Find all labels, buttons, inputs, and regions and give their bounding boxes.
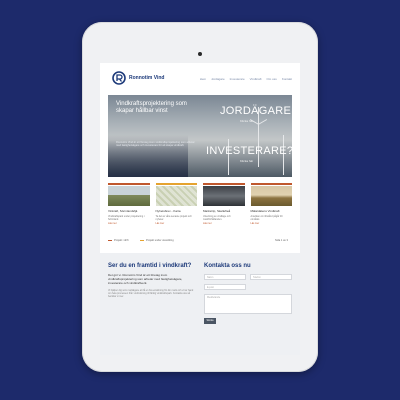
card-title: Nyhetsbrev - Karta	[155, 208, 181, 213]
card-accent-bar	[203, 183, 245, 185]
nav-item-windpower[interactable]: Vindkraft	[250, 77, 262, 81]
investor-link[interactable]: Klicka här	[240, 159, 253, 163]
form-row: Namn Telefon	[204, 274, 292, 280]
about-lead: Det gör vi. Ronnotim Vind är ett företag…	[108, 273, 183, 285]
contact-form: Kontakta oss nu Namn Telefon E-post Medd…	[204, 263, 292, 324]
nav-item-home[interactable]: Hem	[200, 77, 206, 81]
news-card[interactable]: Markstrip, Skellefteå Utredning av vindl…	[203, 183, 245, 225]
card-image	[203, 185, 245, 206]
about-body: Vi hjälper dig som markägare att få en b…	[108, 289, 194, 299]
card-read-more[interactable]: Läs mer	[251, 222, 293, 225]
card-accent-bar	[155, 183, 197, 185]
message-field[interactable]: Meddelande	[204, 294, 292, 314]
card-read-more[interactable]: Läs mer	[108, 222, 150, 225]
legend-swatch	[140, 239, 144, 242]
legend-label: Projekt under utveckling	[146, 239, 174, 242]
card-image	[155, 185, 197, 206]
logo-text[interactable]: Ronnotim Vind	[129, 75, 164, 81]
nav-item-investors[interactable]: Investerare	[230, 77, 245, 81]
hero-body: Ronnotim Vind är ett företag inom vindkr…	[116, 141, 195, 148]
news-card[interactable]: Mälardalens Vindkraft Ansökan om tillstå…	[250, 183, 293, 225]
legend-item: Projekt under utveckling	[140, 239, 174, 242]
card-text: Ansökan om tillstånd pågår för området.	[250, 214, 283, 221]
legend-item: Projekt i drift	[108, 239, 128, 242]
legend-swatch	[108, 239, 112, 242]
card-accent-bar	[108, 183, 150, 185]
contact-title: Kontakta oss nu	[204, 263, 251, 269]
about-block: Ser du en framtid i vindkraft? Det gör v…	[108, 263, 194, 299]
name-field[interactable]: Namn	[204, 274, 246, 280]
turbine-blade	[257, 119, 268, 125]
news-cards: Vinkraft, Sörmlandsfjä Vindkraftspark un…	[108, 183, 292, 225]
info-section: Ser du en framtid i vindkraft? Det gör v…	[100, 253, 300, 355]
legend-label: Projekt i drift	[114, 239, 129, 242]
map-legend: Projekt i drift Projekt under utveckling…	[108, 239, 292, 245]
card-title: Vinkraft, Sörmlandsfjä	[108, 208, 138, 213]
phone-field[interactable]: Telefon	[250, 274, 292, 280]
card-text: Vindkraftspark under projektering i Sörm…	[108, 214, 145, 221]
news-card[interactable]: Nyhetsbrev - Karta Ta del av våra senast…	[155, 183, 198, 225]
email-field[interactable]: E-post	[204, 284, 246, 290]
tablet-screen: Ronnotim Vind Hem Jordägare Investerare …	[100, 63, 300, 355]
landowner-link[interactable]: Klicka här	[240, 119, 253, 123]
landowner-heading[interactable]: JORDÄGARE	[220, 105, 291, 117]
hero-title: Vindkraftsprojektering som skapar hållba…	[116, 101, 187, 114]
main-nav: Hem Jordägare Investerare Vindkraft Om o…	[200, 77, 292, 81]
pagination[interactable]: Sida 1 av 3	[275, 239, 288, 242]
form-row: E-post	[204, 284, 292, 290]
site-header: Ronnotim Vind Hem Jordägare Investerare …	[100, 63, 300, 95]
card-accent-bar	[250, 183, 292, 185]
nav-item-contact[interactable]: Kontakt	[282, 77, 292, 81]
investor-heading[interactable]: INVESTERARE?	[206, 145, 292, 157]
about-title: Ser du en framtid i vindkraft?	[108, 263, 192, 269]
hero-banner: Vindkraftsprojektering som skapar hållba…	[108, 95, 292, 177]
nav-item-about[interactable]: Om oss	[266, 77, 276, 81]
nav-item-landowners[interactable]: Jordägare	[211, 77, 225, 81]
logo-icon[interactable]	[112, 71, 126, 85]
card-text: Ta del av våra senaste projekt och nyhet…	[155, 214, 192, 221]
card-image	[108, 185, 150, 206]
news-card[interactable]: Vinkraft, Sörmlandsfjä Vindkraftspark un…	[108, 183, 150, 225]
card-title: Mälardalens Vindkraft	[250, 208, 280, 213]
camera-dot	[198, 52, 202, 56]
send-button[interactable]: Skicka	[204, 318, 216, 324]
card-read-more[interactable]: Läs mer	[156, 222, 198, 225]
card-title: Markstrip, Skellefteå	[203, 208, 231, 213]
card-text: Utredning av vindläge och markförhålland…	[203, 214, 231, 221]
card-image	[250, 185, 292, 206]
card-read-more[interactable]: Läs mer	[203, 222, 245, 225]
